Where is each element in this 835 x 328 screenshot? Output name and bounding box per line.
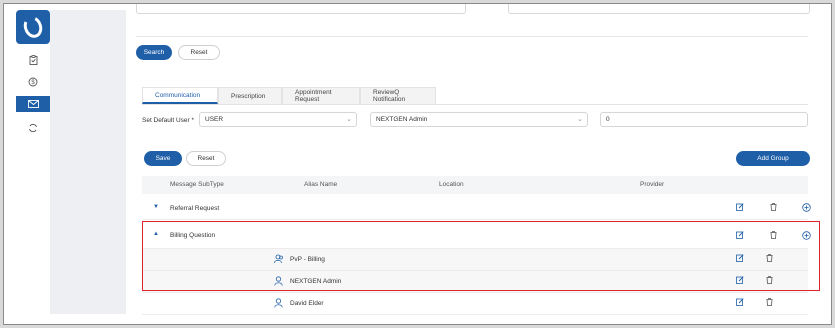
divider <box>136 36 808 37</box>
add-circle-icon[interactable] <box>802 203 811 214</box>
row-subtype: Referral Request <box>170 205 220 212</box>
tab-prescription[interactable]: Prescription <box>218 87 282 104</box>
table-subrow[interactable]: David Elder <box>142 293 808 315</box>
chevron-down-icon: ⌄ <box>346 116 352 123</box>
tab-appointment-request[interactable]: Appointment Request <box>282 87 360 104</box>
tab-reviewq-notification[interactable]: ReviewQ Notification <box>360 87 436 104</box>
provider-value: NEXTGEN Admin <box>376 116 428 123</box>
sync-icon[interactable] <box>16 120 50 136</box>
highlight-box <box>142 221 820 291</box>
provider-select[interactable]: NEXTGEN Admin ⌄ <box>370 112 588 127</box>
user-icon <box>274 298 283 310</box>
col-message-subtype: Message SubType <box>170 181 224 188</box>
add-group-button[interactable]: Add Group <box>736 151 810 166</box>
default-user-value: USER <box>205 116 224 123</box>
tab-bar: Communication Prescription Appointment R… <box>142 87 436 104</box>
side-panel <box>50 10 126 314</box>
tabs-divider <box>142 104 808 105</box>
caret-down-icon[interactable]: ▼ <box>153 204 159 210</box>
row-alias: David Elder <box>290 300 324 307</box>
col-alias-name: Alias Name <box>304 181 338 188</box>
search-button[interactable]: Search <box>136 45 172 60</box>
count-input[interactable]: 0 <box>600 112 808 127</box>
edit-icon[interactable] <box>736 203 744 213</box>
reset-button[interactable]: Reset <box>186 151 226 166</box>
top-filter-input-1[interactable] <box>136 4 466 14</box>
default-user-label: Set Default User * <box>142 117 195 124</box>
col-location: Location <box>439 181 464 188</box>
logo-ring-icon <box>20 13 46 41</box>
save-button[interactable]: Save <box>144 151 182 166</box>
trash-icon[interactable] <box>770 203 777 213</box>
chevron-down-icon: ⌄ <box>577 116 583 123</box>
table-header: Message SubType Alias Name Location Prov… <box>142 176 808 194</box>
dollar-icon[interactable]: $ <box>16 74 50 90</box>
table-row[interactable]: ▼ Referral Request <box>142 198 811 220</box>
edit-icon[interactable] <box>736 298 744 308</box>
app-logo[interactable] <box>16 10 50 44</box>
sidebar: $ <box>16 10 50 314</box>
col-provider: Provider <box>640 181 665 188</box>
default-user-select[interactable]: USER ⌄ <box>199 112 357 127</box>
envelope-icon[interactable] <box>16 96 50 112</box>
clipboard-check-icon[interactable] <box>16 52 50 68</box>
trash-icon[interactable] <box>766 298 773 308</box>
tab-communication[interactable]: Communication <box>142 87 218 104</box>
top-filter-input-2[interactable] <box>508 4 810 14</box>
app-window: $ Search Reset Communication Prescriptio… <box>3 3 832 325</box>
reset-filter-button[interactable]: Reset <box>178 45 220 60</box>
